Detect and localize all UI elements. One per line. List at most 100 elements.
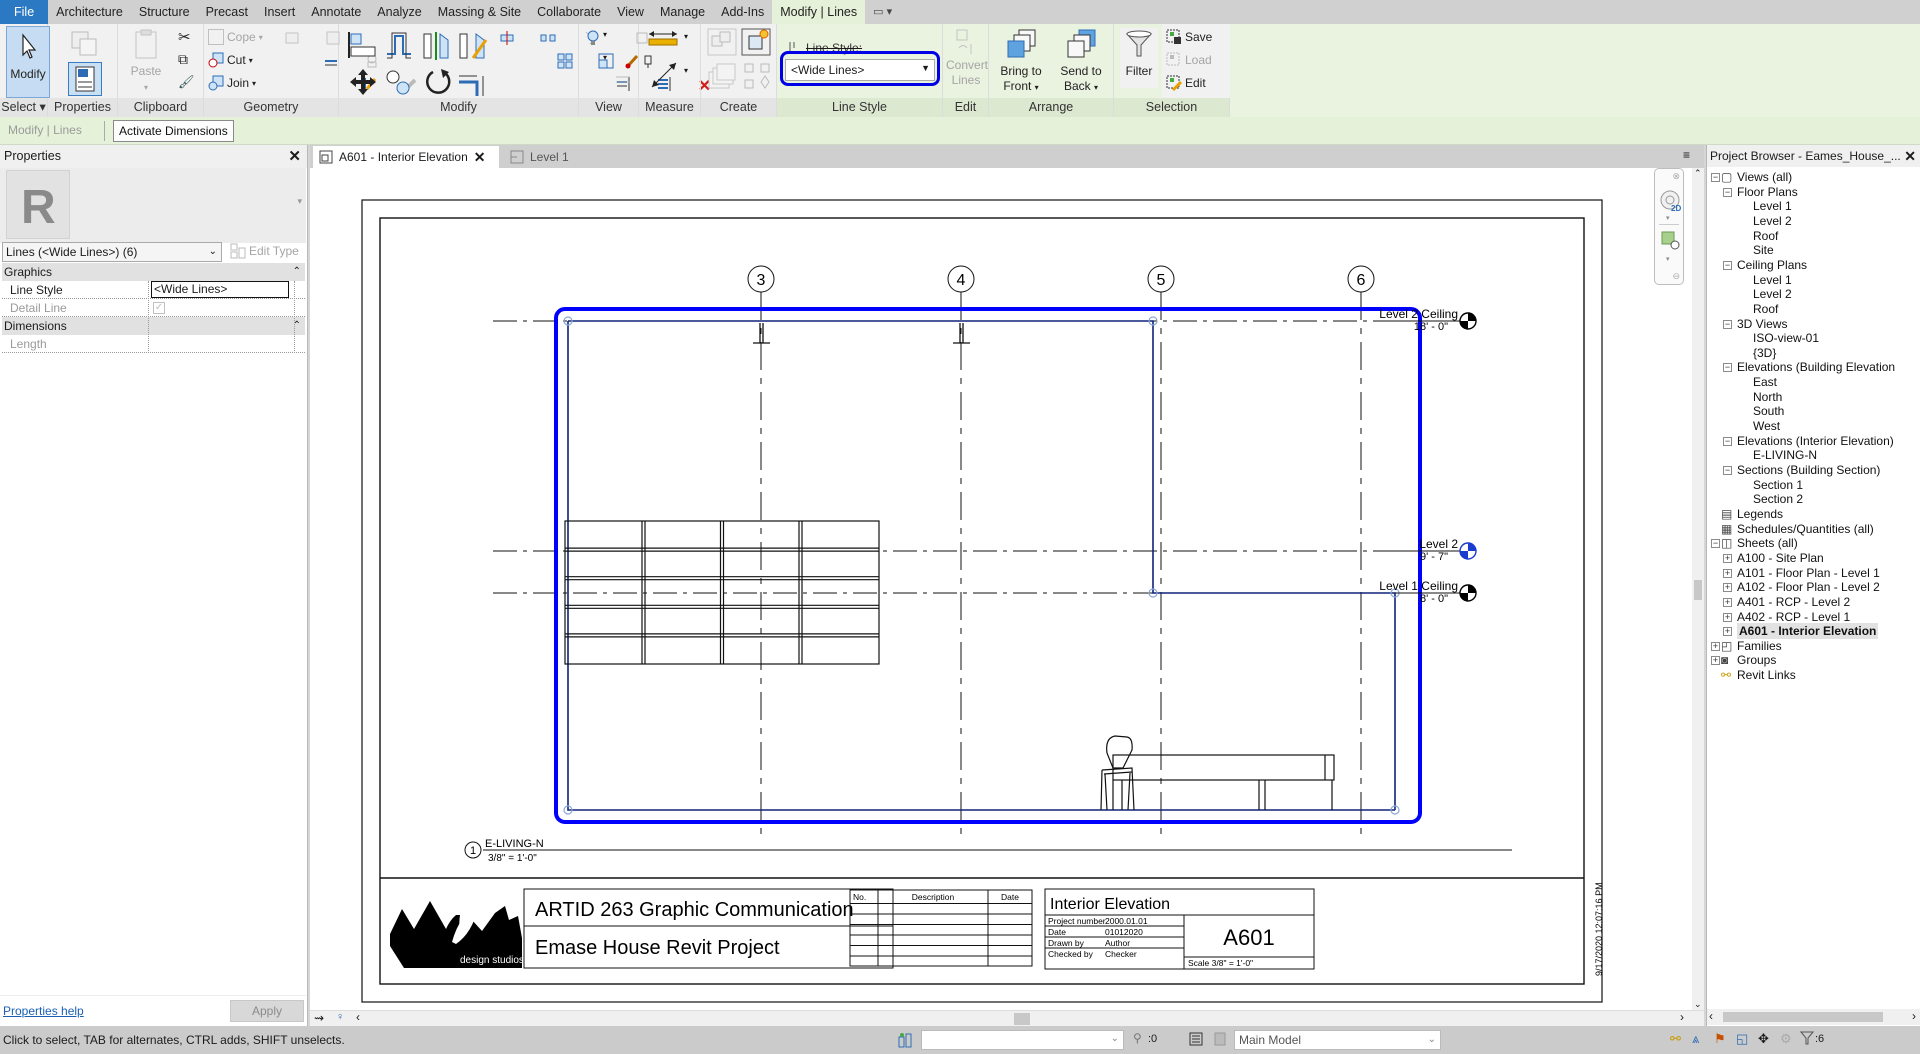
expand-node-icon[interactable]: + [1723, 583, 1732, 593]
browser-item[interactable]: Section 1 [1753, 477, 1803, 493]
expand-node-icon[interactable]: + [1723, 627, 1732, 637]
browser-item[interactable]: North [1753, 389, 1782, 405]
browser-item[interactable]: A601 - Interior Elevation [1737, 623, 1879, 640]
pin-bulb-icon[interactable]: ♀ [336, 1011, 344, 1023]
browser-item[interactable]: ISO-view-01 [1753, 330, 1819, 346]
collapse-node-icon[interactable]: − [1711, 539, 1720, 549]
collapse-node-icon[interactable]: − [1723, 187, 1732, 197]
collapse-node-icon[interactable]: − [1723, 436, 1732, 446]
ribbon-tab-manage[interactable]: Manage [652, 0, 713, 24]
level-name[interactable]: Level 1 Ceiling [1379, 579, 1458, 593]
close-nav-bar-icon[interactable]: ⊗ [1672, 171, 1680, 182]
browser-item[interactable]: East [1753, 374, 1777, 390]
collapse-node-icon[interactable]: − [1723, 319, 1732, 329]
browser-item[interactable]: Level 2 [1753, 213, 1792, 229]
level-name[interactable]: Level 2 [1419, 537, 1458, 551]
browser-item[interactable]: Site [1753, 242, 1774, 258]
browser-item[interactable]: West [1753, 418, 1780, 434]
wheel-dropdown-arrow[interactable]: ▾ [1666, 214, 1670, 222]
browser-item[interactable]: Ceiling Plans [1737, 257, 1807, 273]
join-button[interactable]: Join ▾ [208, 75, 256, 91]
detail-line-checkbox[interactable]: ✓ [153, 302, 165, 314]
line-style-field[interactable]: <Wide Lines> [151, 281, 289, 298]
scroll-right-icon[interactable]: › [1680, 1010, 1684, 1024]
ribbon-tab-view[interactable]: View [609, 0, 652, 24]
worksharing-icon[interactable]: ⇝ [314, 1011, 324, 1025]
qat-dropdown[interactable]: ▭ ▾ [865, 0, 900, 24]
type-dropdown-arrow[interactable]: ▾ [297, 196, 302, 207]
browser-item[interactable]: A101 - Floor Plan - Level 1 [1737, 565, 1880, 581]
zoom-dropdown-arrow[interactable]: ▾ [1666, 255, 1670, 263]
expand-node-icon[interactable]: + [1711, 641, 1720, 651]
select-links-icon[interactable]: ⚯ [1670, 1031, 1681, 1047]
paste-button[interactable]: Paste ▾ [128, 28, 164, 95]
ribbon-tab-analyze[interactable]: Analyze [369, 0, 429, 24]
expand-node-icon[interactable]: + [1723, 612, 1732, 622]
browser-item[interactable]: Views (all) [1737, 169, 1792, 185]
load-selection-button[interactable]: Load [1166, 52, 1212, 68]
browser-item[interactable]: Level 2 [1753, 286, 1792, 302]
browser-item[interactable]: Groups [1737, 652, 1776, 668]
expand-node-icon[interactable]: + [1711, 656, 1720, 666]
edit-selection-button[interactable]: Edit [1166, 75, 1206, 92]
modify-button[interactable]: Modify [6, 26, 50, 98]
ribbon-tab-structure[interactable]: Structure [131, 0, 198, 24]
send-to-back-button[interactable]: Send to Back ▾ [1053, 28, 1109, 95]
level-head-symbol[interactable] [1459, 542, 1477, 560]
browser-item[interactable]: 3D Views [1737, 316, 1787, 332]
browser-item[interactable]: Section 2 [1753, 491, 1803, 507]
split-with-gap-icon[interactable] [540, 30, 556, 46]
rotate-icon[interactable] [423, 66, 453, 99]
background-process-icon[interactable]: ⚙ [1780, 1031, 1792, 1047]
bring-to-front-button[interactable]: Bring to Front ▾ [993, 28, 1049, 95]
ribbon-tab-massing-site[interactable]: Massing & Site [430, 0, 529, 24]
ribbon-tab-modify-lines[interactable]: Modify | Lines [772, 0, 866, 24]
select-underlay-icon[interactable]: ⩓ [1692, 1031, 1699, 1047]
collapse-node-icon[interactable]: − [1723, 260, 1732, 270]
2d-wheel-icon[interactable]: 2D [1658, 189, 1682, 216]
select-pinned-icon[interactable]: ⚑ [1714, 1031, 1726, 1047]
wall-opening-icon[interactable] [323, 53, 339, 69]
browser-item[interactable]: A402 - RCP - Level 1 [1737, 609, 1850, 625]
browser-item[interactable]: Elevations (Interior Elevation) [1737, 433, 1894, 449]
design-option-dropdown[interactable]: Main Model ⌄ [1234, 1030, 1441, 1050]
expand-node-icon[interactable]: + [1723, 553, 1732, 563]
split-element-icon[interactable] [499, 30, 515, 46]
properties-help-link[interactable]: Properties help [3, 1004, 84, 1018]
copy-element-icon[interactable] [385, 68, 413, 99]
array-icon[interactable] [557, 53, 573, 69]
ribbon-tab-add-ins[interactable]: Add-Ins [713, 0, 772, 24]
expand-node-icon[interactable]: + [1723, 568, 1732, 578]
horizontal-scrollbar-thumb[interactable] [1014, 1013, 1030, 1025]
move-icon[interactable] [349, 68, 377, 99]
wall-joins-icon[interactable] [284, 30, 300, 46]
browser-item[interactable]: Level 1 [1753, 272, 1792, 288]
browser-horizontal-scrollbar[interactable]: ‹ › [1707, 1009, 1920, 1025]
mirror-draw-axis-icon[interactable] [457, 30, 488, 63]
save-selection-button[interactable]: Save [1166, 29, 1212, 45]
match-type-button[interactable]: 🖌 [178, 74, 195, 90]
browser-item[interactable]: A401 - RCP - Level 2 [1737, 594, 1850, 610]
exclude-options-icon[interactable] [1212, 1031, 1228, 1050]
active-workset-dropdown[interactable]: ⌄ [921, 1030, 1124, 1050]
browser-scrollbar-thumb[interactable] [1723, 1012, 1883, 1022]
scroll-down-icon[interactable]: ⌄ [1694, 999, 1702, 1010]
customize-nav-bar-icon[interactable]: ⊖ [1672, 271, 1680, 282]
zoom-region-icon[interactable] [1661, 231, 1681, 254]
apply-button[interactable]: Apply [230, 1000, 304, 1022]
group-graphics[interactable]: Graphics ⌃ [2, 263, 305, 281]
browser-item[interactable]: E-LIVING-N [1753, 447, 1817, 463]
ribbon-tab-collaborate[interactable]: Collaborate [529, 0, 609, 24]
drag-on-selection-icon[interactable]: ✥ [1758, 1031, 1769, 1047]
convert-lines-button[interactable]: Convert Lines [946, 28, 988, 88]
ribbon-tab-precast[interactable]: Precast [198, 0, 256, 24]
view-title-name[interactable]: E-LIVING-N [485, 838, 544, 850]
expand-node-icon[interactable]: + [1723, 597, 1732, 607]
collapse-node-icon[interactable]: − [1723, 466, 1732, 475]
browser-item[interactable]: A100 - Site Plan [1737, 550, 1824, 566]
edit-type-button[interactable]: Edit Type [230, 243, 299, 259]
browser-item[interactable]: Families [1737, 638, 1782, 654]
close-icon[interactable]: ✕ [1904, 145, 1916, 167]
collapse-node-icon[interactable]: − [1723, 363, 1732, 373]
ribbon-tab-architecture[interactable]: Architecture [48, 0, 131, 24]
